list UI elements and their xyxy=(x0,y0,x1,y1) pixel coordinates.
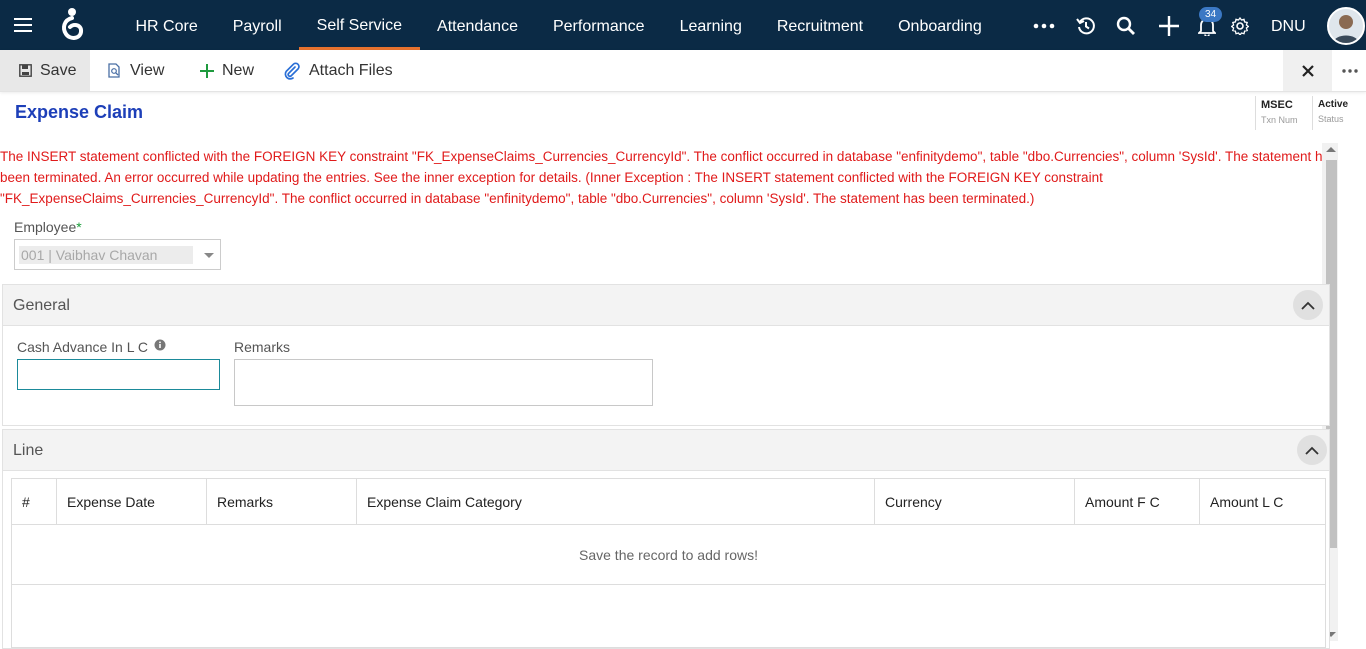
nav-learning[interactable]: Learning xyxy=(662,0,759,50)
chevron-up-icon xyxy=(1301,301,1315,310)
employee-select-value: 001 | Vaibhav Chavan xyxy=(19,246,193,264)
app-logo[interactable] xyxy=(58,6,86,44)
general-collapse-button[interactable] xyxy=(1293,290,1323,320)
info-icon[interactable] xyxy=(154,339,166,351)
more-modules-icon[interactable] xyxy=(1033,15,1055,37)
status-label: Status xyxy=(1318,114,1344,124)
employee-label: Employee* xyxy=(14,219,82,235)
cash-advance-input[interactable] xyxy=(17,359,220,390)
action-toolbar: Save View New Attach Files xyxy=(0,50,1366,92)
scroll-up-arrow-icon[interactable] xyxy=(1326,147,1336,152)
view-document-icon xyxy=(108,63,122,78)
notification-count-badge: 34 xyxy=(1199,7,1222,22)
cash-advance-label: Cash Advance In L C xyxy=(17,339,166,355)
txn-num-block: MSEC Txn Num xyxy=(1255,96,1311,130)
error-message: The INSERT statement conflicted with the… xyxy=(0,149,1337,206)
column-header-amount-lc[interactable]: Amount L C xyxy=(1200,479,1325,525)
txn-num-label: Txn Num xyxy=(1261,115,1298,125)
line-collapse-button[interactable] xyxy=(1297,435,1327,465)
nav-onboarding[interactable]: Onboarding xyxy=(881,0,1000,50)
user-code[interactable]: DNU xyxy=(1271,0,1306,54)
column-header-currency[interactable]: Currency xyxy=(875,479,1075,525)
attach-files-label: Attach Files xyxy=(309,61,393,79)
user-avatar[interactable] xyxy=(1327,7,1365,45)
txn-num-value: MSEC xyxy=(1261,99,1293,111)
column-header-number[interactable]: # xyxy=(12,479,57,525)
nav-self-service[interactable]: Self Service xyxy=(299,0,420,50)
grid-header-row: # Expense Date Remarks Expense Claim Cat… xyxy=(12,479,1325,525)
more-options-button[interactable] xyxy=(1334,50,1366,91)
search-icon[interactable] xyxy=(1115,15,1137,37)
nav-attendance[interactable]: Attendance xyxy=(420,0,536,50)
remarks-textarea[interactable] xyxy=(234,359,653,406)
nav-hr-core[interactable]: HR Core xyxy=(118,0,215,50)
nav-payroll[interactable]: Payroll xyxy=(215,0,299,50)
new-label: New xyxy=(222,61,255,79)
chevron-down-icon[interactable] xyxy=(204,253,214,258)
nav-performance[interactable]: Performance xyxy=(535,0,662,50)
paperclip-icon xyxy=(283,62,301,80)
line-section-header[interactable]: Line xyxy=(3,430,1329,471)
view-label: View xyxy=(130,61,165,79)
line-section-title: Line xyxy=(13,442,44,459)
status-value: Active xyxy=(1318,99,1349,110)
settings-gear-icon[interactable] xyxy=(1229,15,1251,37)
line-grid: # Expense Date Remarks Expense Claim Cat… xyxy=(11,478,1326,648)
save-button[interactable]: Save xyxy=(0,50,90,91)
cash-advance-label-text: Cash Advance In L C xyxy=(17,339,149,355)
required-mark: * xyxy=(76,219,82,235)
menu-icon[interactable] xyxy=(14,18,32,32)
column-header-amount-fc[interactable]: Amount F C xyxy=(1075,479,1200,525)
nav-recruitment[interactable]: Recruitment xyxy=(759,0,880,50)
close-button[interactable] xyxy=(1283,50,1332,91)
column-header-expense-date[interactable]: Expense Date xyxy=(57,479,207,525)
column-header-expense-claim-category[interactable]: Expense Claim Category xyxy=(357,479,875,525)
general-section-header[interactable]: General xyxy=(3,285,1329,326)
top-navigation: HR Core Payroll Self Service Attendance … xyxy=(0,0,1366,50)
view-button[interactable]: View xyxy=(108,50,164,91)
page-title: Expense Claim xyxy=(15,102,144,122)
new-button[interactable]: New xyxy=(200,50,254,91)
status-block: Active Status xyxy=(1312,96,1366,130)
plus-icon xyxy=(200,63,214,78)
history-icon[interactable] xyxy=(1075,15,1097,37)
attach-files-button[interactable]: Attach Files xyxy=(283,50,393,91)
close-icon xyxy=(1301,64,1314,77)
save-disk-icon xyxy=(19,64,32,77)
general-section: General xyxy=(2,284,1330,426)
module-tabs: HR Core Payroll Self Service Attendance … xyxy=(118,0,999,50)
more-horizontal-icon xyxy=(1342,68,1358,73)
column-header-remarks[interactable]: Remarks xyxy=(207,479,357,525)
chevron-up-icon xyxy=(1305,446,1319,455)
employee-select[interactable]: 001 | Vaibhav Chavan xyxy=(14,239,221,270)
general-section-title: General xyxy=(13,297,70,314)
save-label: Save xyxy=(40,61,77,79)
add-icon[interactable] xyxy=(1158,15,1180,37)
remarks-label: Remarks xyxy=(234,339,291,355)
employee-label-text: Employee xyxy=(14,219,77,235)
grid-empty-message: Save the record to add rows! xyxy=(12,525,1325,585)
